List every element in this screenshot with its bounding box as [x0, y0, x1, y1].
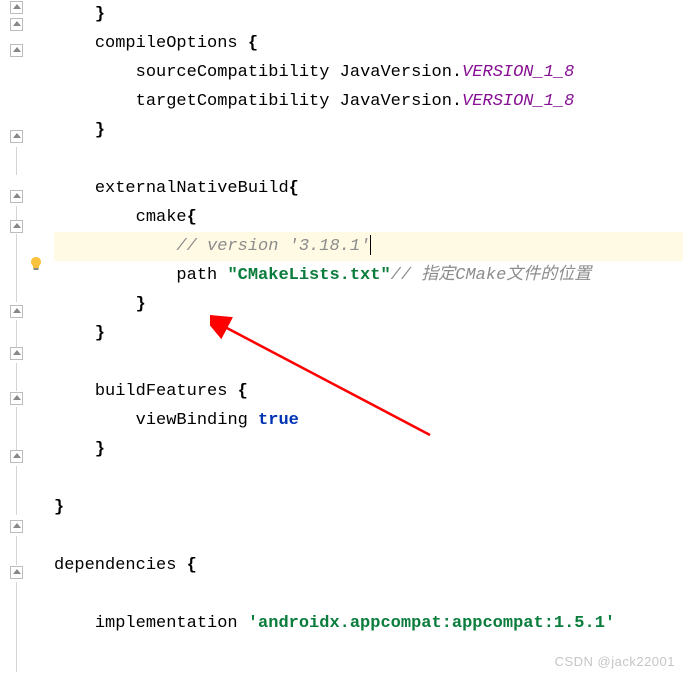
code-area[interactable]: } compileOptions { sourceCompatibility J… — [48, 0, 683, 681]
fold-guide-line — [16, 466, 17, 515]
code-line[interactable] — [54, 145, 683, 174]
fold-guide-line — [16, 147, 17, 175]
code-line[interactable]: } — [54, 0, 683, 29]
fold-guide-line — [16, 234, 17, 302]
fold-marker-icon[interactable] — [10, 18, 23, 31]
fold-marker-icon[interactable] — [10, 44, 23, 57]
code-line[interactable] — [54, 464, 683, 493]
fold-marker-icon[interactable] — [10, 220, 23, 233]
text-caret — [370, 235, 371, 255]
fold-guide-line — [16, 206, 17, 221]
fold-guide-line — [16, 582, 17, 672]
code-line[interactable]: } — [54, 493, 683, 522]
code-line[interactable] — [54, 348, 683, 377]
fold-guide-line — [16, 363, 17, 391]
gutter — [0, 0, 48, 681]
code-line[interactable]: } — [54, 116, 683, 145]
code-line[interactable]: } — [54, 435, 683, 464]
fold-marker-icon[interactable] — [10, 130, 23, 143]
watermark: CSDN @jack22001 — [555, 654, 675, 669]
code-line[interactable]: // version '3.18.1' — [54, 232, 683, 261]
code-line[interactable]: compileOptions { — [54, 29, 683, 58]
fold-guide-line — [16, 407, 17, 451]
intention-bulb-icon[interactable] — [28, 256, 44, 272]
code-line[interactable]: sourceCompatibility JavaVersion.VERSION_… — [54, 58, 683, 87]
code-line[interactable]: targetCompatibility JavaVersion.VERSION_… — [54, 87, 683, 116]
fold-marker-icon[interactable] — [10, 347, 23, 360]
fold-marker-icon[interactable] — [10, 566, 23, 579]
code-line[interactable]: externalNativeBuild{ — [54, 174, 683, 203]
code-line[interactable]: viewBinding true — [54, 406, 683, 435]
fold-marker-icon[interactable] — [10, 392, 23, 405]
code-line[interactable]: } — [54, 319, 683, 348]
code-line[interactable]: implementation 'androidx.appcompat:appco… — [54, 609, 683, 638]
code-editor[interactable]: } compileOptions { sourceCompatibility J… — [0, 0, 683, 681]
code-line[interactable]: dependencies { — [54, 551, 683, 580]
code-line[interactable]: } — [54, 290, 683, 319]
code-line[interactable]: path "CMakeLists.txt"// 指定CMake文件的位置 — [54, 261, 683, 290]
code-line[interactable] — [54, 522, 683, 551]
fold-marker-icon[interactable] — [10, 1, 23, 14]
fold-marker-icon[interactable] — [10, 190, 23, 203]
fold-marker-icon[interactable] — [10, 520, 23, 533]
code-line[interactable]: cmake{ — [54, 203, 683, 232]
fold-marker-icon[interactable] — [10, 305, 23, 318]
fold-marker-icon[interactable] — [10, 450, 23, 463]
fold-guide-line — [16, 320, 17, 350]
code-line[interactable] — [54, 580, 683, 609]
code-line[interactable]: buildFeatures { — [54, 377, 683, 406]
fold-guide-line — [16, 536, 17, 565]
fold-column — [10, 0, 24, 681]
